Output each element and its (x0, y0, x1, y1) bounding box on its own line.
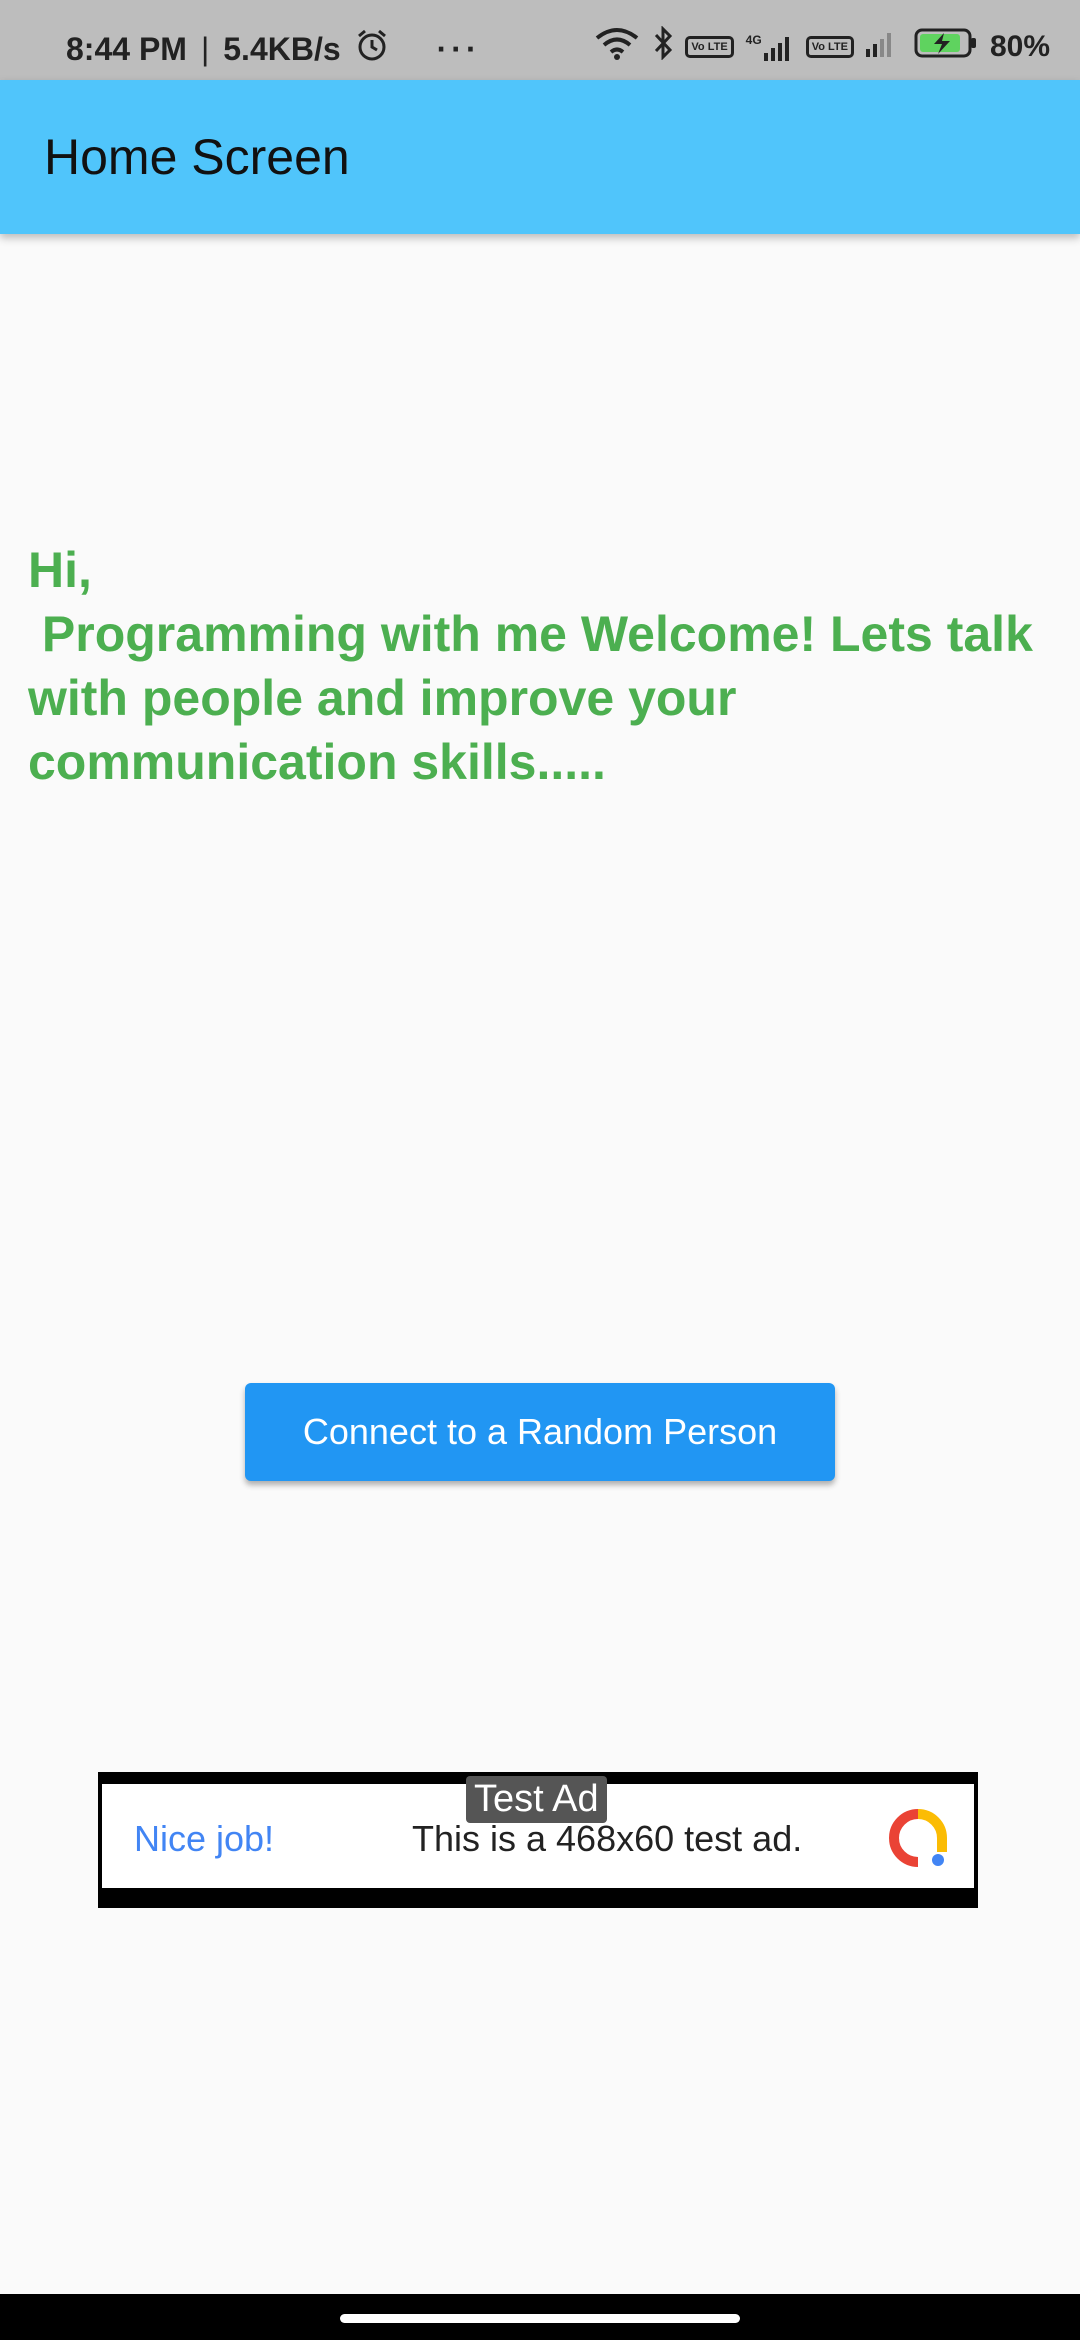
page-title: Home Screen (44, 129, 350, 185)
ad-headline: Nice job! (134, 1818, 275, 1859)
status-left: 8:44 PM | 5.4KB/s ··· (66, 28, 481, 70)
welcome-message: Hi, Programming with me Welcome! Lets ta… (28, 542, 1033, 790)
battery-charging-icon (914, 27, 978, 67)
bluetooth-icon (653, 25, 673, 68)
test-ad-label: Test Ad (466, 1776, 607, 1823)
status-network-speed: 5.4KB/s (223, 30, 341, 67)
signal-icon (763, 37, 789, 61)
volte-badge-2: Vo LTE (805, 36, 854, 58)
status-separator: | (200, 30, 210, 67)
volte-badge-1: Vo LTE (685, 36, 734, 58)
home-gesture-handle[interactable] (340, 2314, 740, 2323)
signal-icon-2 (865, 29, 902, 65)
status-bar: 8:44 PM | 5.4KB/s ··· Vo LTE 4G Vo LTE 8… (0, 0, 1080, 80)
status-right: Vo LTE 4G Vo LTE 80% (593, 25, 1050, 68)
network-type-label: 4G (745, 33, 762, 47)
navigation-bar (0, 2294, 1080, 2340)
google-ads-logo-icon (888, 1808, 948, 1868)
ad-body: This is a 468x60 test ad. (412, 1818, 803, 1859)
signal-1: 4G (746, 33, 794, 61)
more-notifications-icon: ··· (436, 30, 481, 67)
alarm-icon (355, 28, 389, 70)
app-bar: Home Screen (0, 80, 1080, 234)
connect-random-person-button[interactable]: Connect to a Random Person (245, 1383, 835, 1481)
battery-percentage: 80% (989, 30, 1050, 63)
wifi-icon (593, 26, 641, 68)
status-time: 8:44 PM (66, 30, 187, 67)
